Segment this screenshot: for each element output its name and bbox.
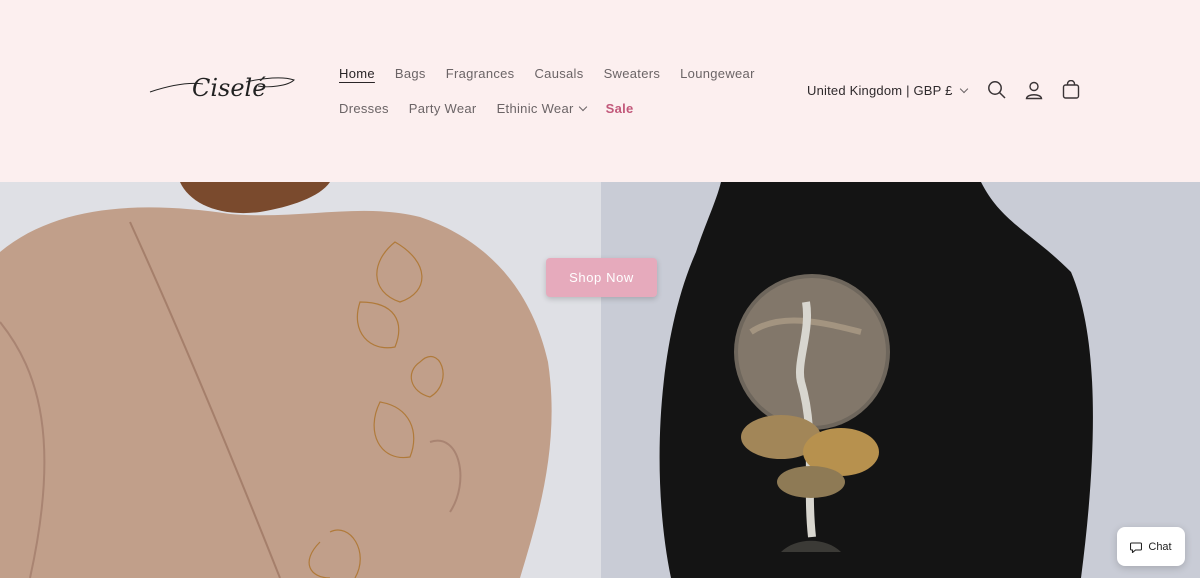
hero-image-right xyxy=(601,182,1200,578)
chat-label: Chat xyxy=(1148,540,1172,553)
main-nav: Home Bags Fragrances Causals Sweaters Lo… xyxy=(339,64,759,134)
chevron-down-icon xyxy=(959,84,968,93)
country-selector[interactable]: United Kingdom | GBP £ xyxy=(807,82,968,98)
country-label: United Kingdom | GBP £ xyxy=(807,82,953,98)
nav-dresses[interactable]: Dresses xyxy=(339,101,389,116)
nav-home[interactable]: Home xyxy=(339,66,375,81)
nav-sale[interactable]: Sale xyxy=(606,101,634,116)
nav-ethnic-wear-label: Ethinic Wear xyxy=(496,100,574,116)
nav-row-1: Home Bags Fragrances Causals Sweaters Lo… xyxy=(339,64,759,82)
account-icon[interactable] xyxy=(1022,78,1046,102)
nav-fragrances[interactable]: Fragrances xyxy=(446,66,515,81)
chat-button[interactable]: Chat xyxy=(1117,527,1185,566)
brand-logo[interactable]: Ciselé xyxy=(148,66,298,110)
nav-row-2: Dresses Party Wear Ethinic Wear Sale xyxy=(339,99,759,117)
nav-loungewear[interactable]: Loungewear xyxy=(680,66,755,81)
nav-causals[interactable]: Causals xyxy=(534,66,583,81)
cart-icon[interactable] xyxy=(1059,78,1083,102)
hero-image-left xyxy=(0,182,601,578)
nav-party-wear[interactable]: Party Wear xyxy=(409,101,477,116)
nav-ethnic-wear[interactable]: Ethinic Wear xyxy=(496,100,587,116)
chat-bubble-icon xyxy=(1130,541,1143,553)
nav-bags[interactable]: Bags xyxy=(395,66,426,81)
svg-text:Ciselé: Ciselé xyxy=(192,74,266,102)
shop-now-button[interactable]: Shop Now xyxy=(546,258,657,297)
site-header: Ciselé Home Bags Fragrances Causals Swea… xyxy=(0,0,1200,182)
search-icon[interactable] xyxy=(985,78,1009,102)
header-tools: United Kingdom | GBP £ xyxy=(807,78,1083,102)
chevron-down-icon xyxy=(578,102,587,111)
nav-sweaters[interactable]: Sweaters xyxy=(604,66,661,81)
hero-banner: Shop Now xyxy=(0,182,1200,578)
